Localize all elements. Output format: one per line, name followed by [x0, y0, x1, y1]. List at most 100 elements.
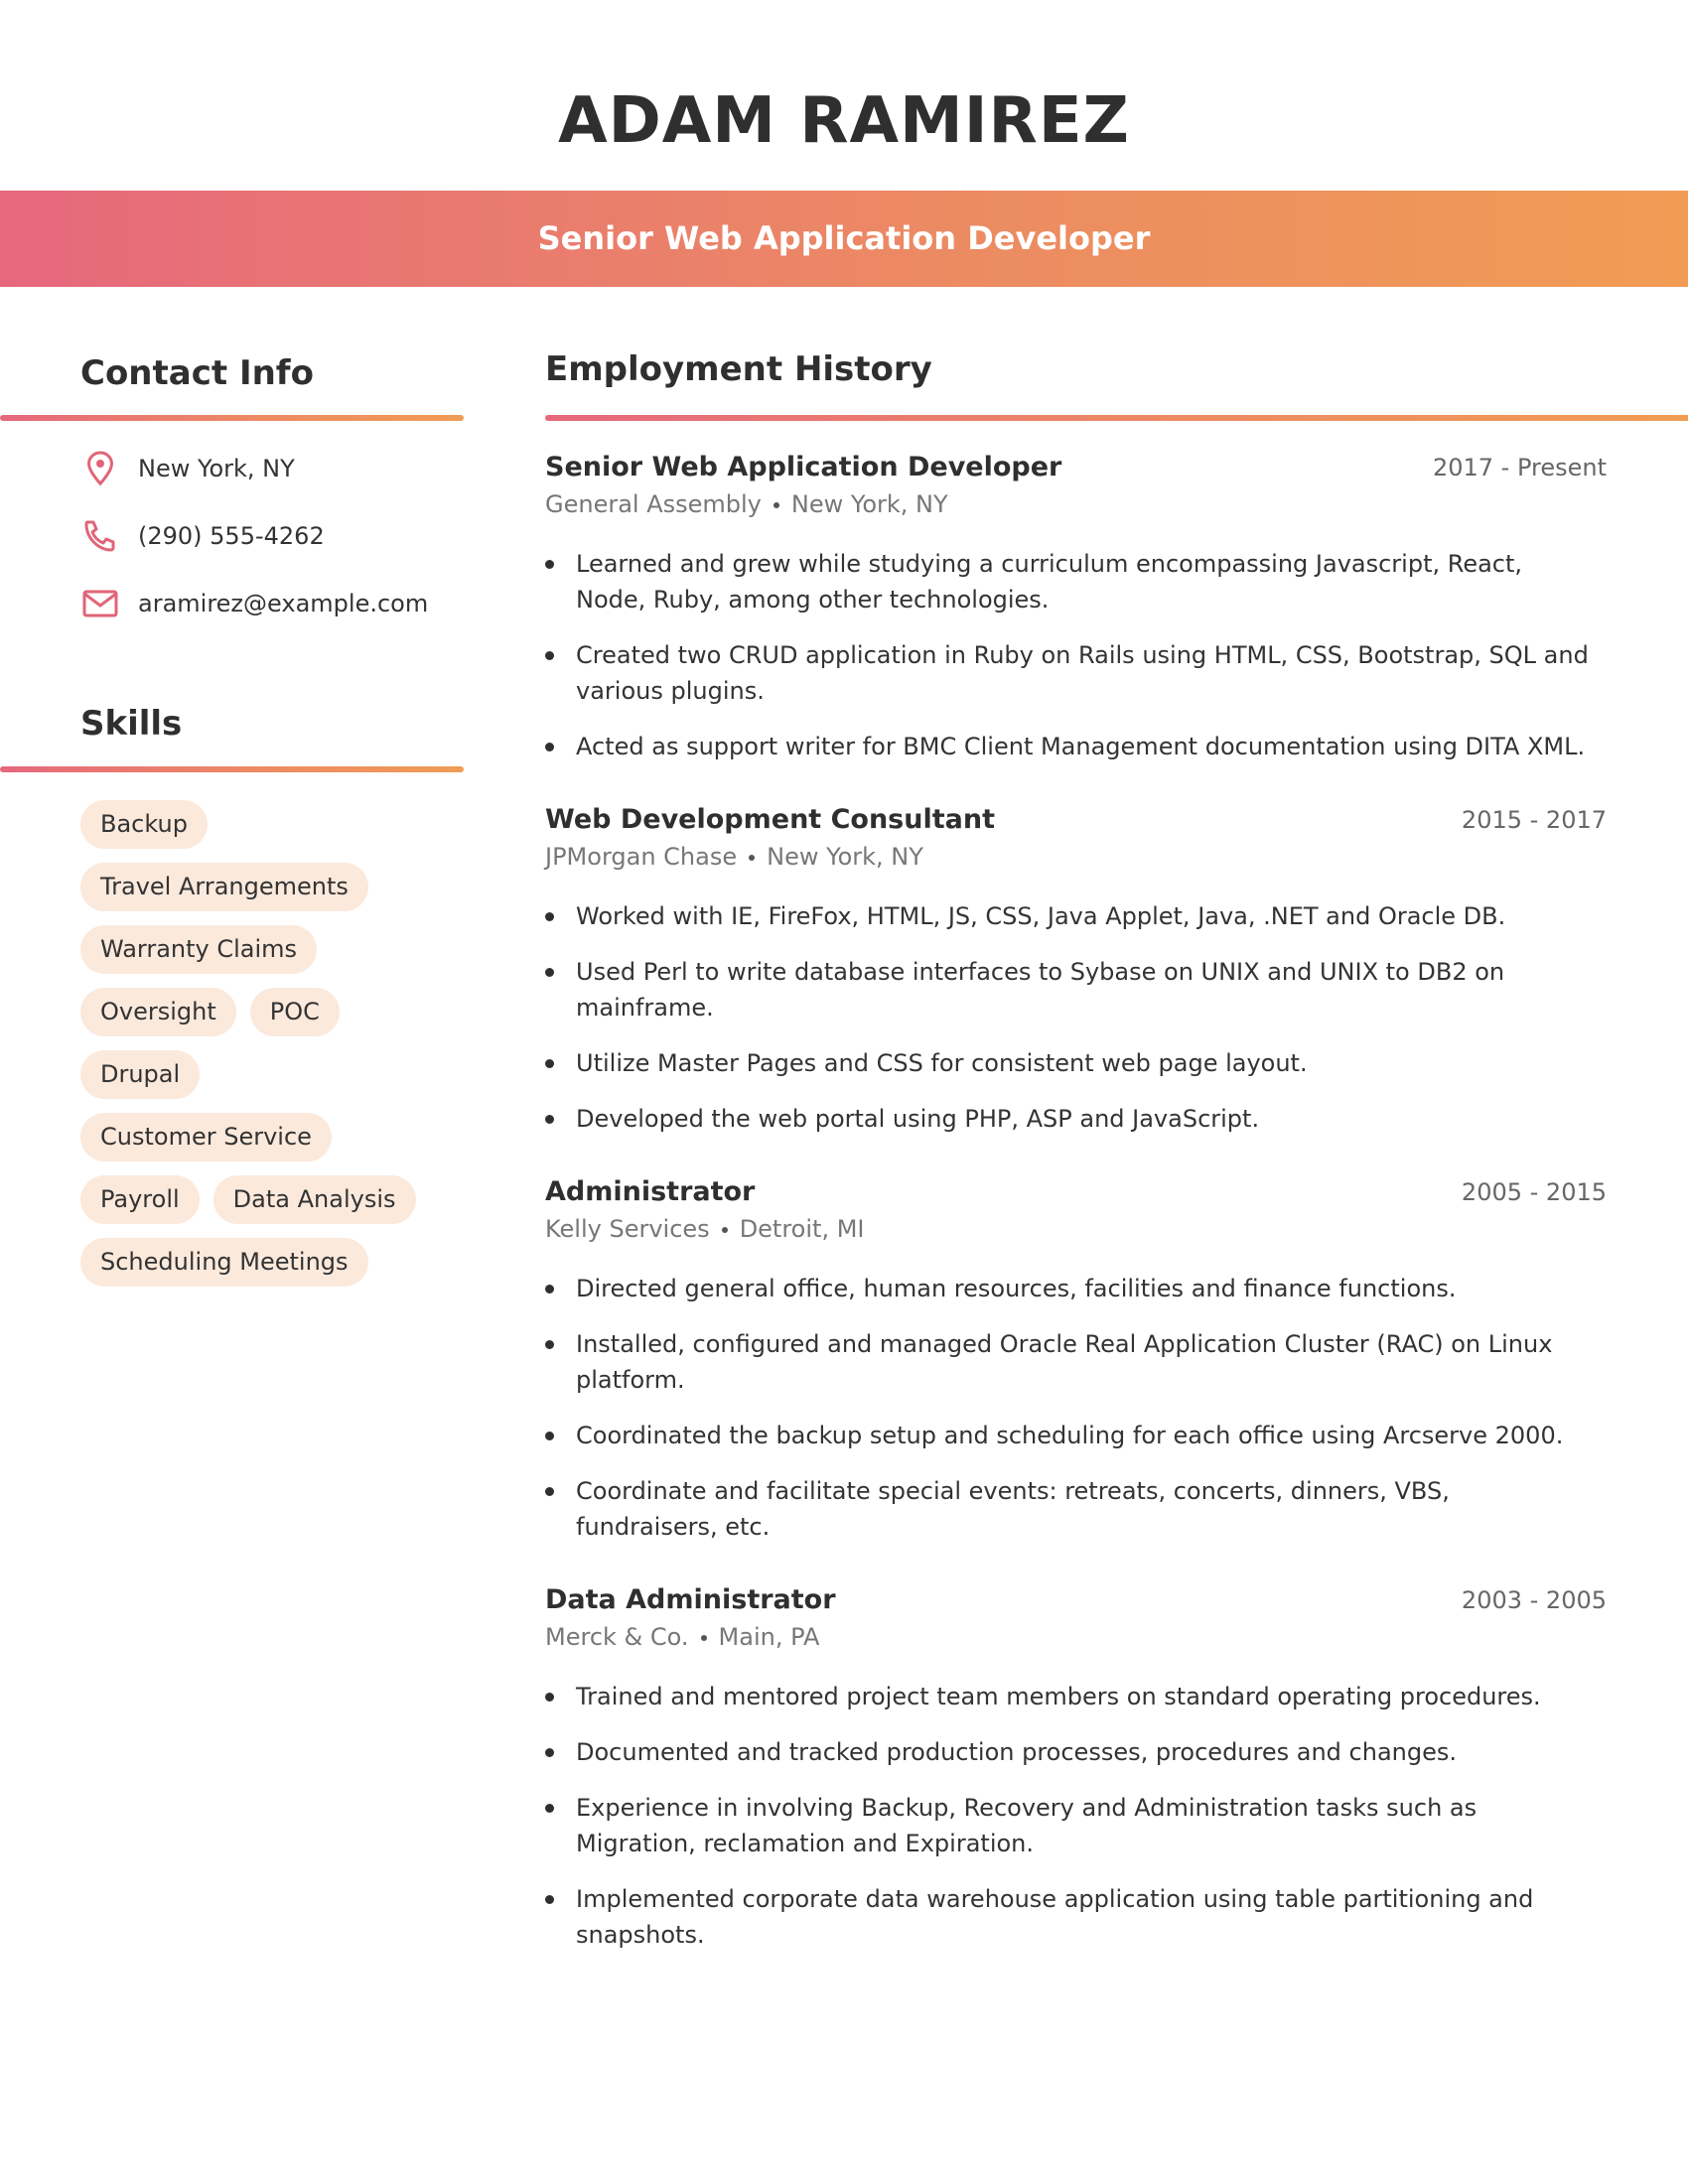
bullet-icon	[545, 1418, 576, 1453]
job-bullet: Coordinated the backup setup and schedul…	[545, 1418, 1607, 1453]
bullet-text: Developed the web portal using PHP, ASP …	[576, 1105, 1260, 1133]
bullet-text: Created two CRUD application in Ruby on …	[576, 641, 1589, 705]
skills-list: Backup Travel Arrangements Warranty Claims…	[80, 800, 468, 1300]
job-header: Administrator 2005 - 2015	[545, 1176, 1607, 1207]
bullet-text: Documented and tracked production proces…	[576, 1738, 1457, 1766]
skill-chip: Drupal	[80, 1050, 201, 1099]
job-employer-line: Merck & Co. Main, PA	[545, 1623, 1607, 1651]
job-location: Detroit, MI	[739, 1215, 865, 1243]
skills-divider	[0, 766, 464, 772]
bullet-icon	[545, 1045, 576, 1081]
employment-history-heading: Employment History	[545, 349, 932, 389]
job-bullet: Utilize Master Pages and CSS for consist…	[545, 1045, 1607, 1081]
contact-email-text: aramirez@example.com	[138, 590, 429, 617]
job-company: Kelly Services	[545, 1215, 710, 1243]
separator-dot	[749, 855, 756, 861]
skill-row: Scheduling Meetings	[80, 1238, 468, 1287]
phone-icon	[80, 516, 120, 556]
job-location: New York, NY	[790, 490, 948, 518]
contact-phone-text: (290) 555-4262	[138, 522, 325, 550]
contact-phone: (290) 555-4262	[80, 516, 325, 556]
job-company: Merck & Co.	[545, 1623, 689, 1651]
job-title-banner-text: Senior Web Application Developer	[537, 219, 1151, 257]
bullet-text: Installed, configured and managed Oracle…	[576, 1330, 1553, 1394]
job-entry: Senior Web Application Developer 2017 - P…	[545, 452, 1607, 784]
bullet-text: Worked with IE, FireFox, HTML, JS, CSS, …	[576, 902, 1506, 930]
skill-row: Warranty Claims	[80, 925, 468, 974]
contact-email: aramirez@example.com	[80, 584, 428, 623]
bullet-icon	[545, 1271, 576, 1306]
contact-location-text: New York, NY	[138, 455, 295, 482]
bullet-text: Implemented corporate data warehouse app…	[576, 1885, 1534, 1949]
contact-divider	[0, 415, 464, 421]
skill-chip: Oversight	[80, 988, 236, 1036]
job-dates: 2003 - 2005	[1461, 1586, 1607, 1614]
job-company: JPMorgan Chase	[545, 843, 738, 871]
skill-chip: Backup	[80, 800, 208, 849]
skills-heading: Skills	[80, 704, 183, 744]
skill-chip: Customer Service	[80, 1113, 332, 1161]
bullet-text: Acted as support writer for BMC Client M…	[576, 733, 1586, 760]
skill-row: Drupal	[80, 1050, 468, 1099]
bullet-icon	[545, 1101, 576, 1137]
job-location: Main, PA	[718, 1623, 820, 1651]
contact-info-heading: Contact Info	[80, 353, 314, 393]
skill-row: Customer Service	[80, 1113, 468, 1161]
bullet-icon	[545, 954, 576, 1025]
job-bullet: Created two CRUD application in Ruby on …	[545, 637, 1607, 709]
job-entry: Data Administrator 2003 - 2005 Merck & Co.…	[545, 1584, 1607, 1973]
skill-chip: Scheduling Meetings	[80, 1238, 368, 1287]
skill-row: Payroll Data Analysis	[80, 1175, 468, 1224]
job-header: Web Development Consultant 2015 - 2017	[545, 804, 1607, 835]
bullet-text: Directed general office, human resources…	[576, 1275, 1457, 1302]
job-entry: Web Development Consultant 2015 - 2017 JPM…	[545, 804, 1607, 1157]
job-bullet: Directed general office, human resources…	[545, 1271, 1607, 1306]
bullet-icon	[545, 1473, 576, 1545]
skill-chip: Data Analysis	[212, 1175, 416, 1224]
bullet-text: Trained and mentored project team member…	[576, 1683, 1541, 1710]
job-dates: 2005 - 2015	[1461, 1178, 1607, 1206]
job-bullets: Trained and mentored project team member…	[545, 1679, 1607, 1953]
job-header: Data Administrator 2003 - 2005	[545, 1584, 1607, 1615]
skill-row: Backup	[80, 800, 468, 849]
employment-divider	[545, 415, 1688, 421]
bullet-icon	[545, 546, 576, 617]
job-bullet: Implemented corporate data warehouse app…	[545, 1881, 1607, 1953]
skill-row: Oversight POC	[80, 988, 468, 1036]
contact-location: New York, NY	[80, 449, 295, 488]
job-bullet: Documented and tracked production proces…	[545, 1734, 1607, 1770]
skill-chip: POC	[249, 988, 340, 1036]
job-bullet: Coordinate and facilitate special events…	[545, 1473, 1607, 1545]
job-bullets: Directed general office, human resources…	[545, 1271, 1607, 1545]
job-dates: 2015 - 2017	[1461, 806, 1607, 834]
job-bullet: Learned and grew while studying a curric…	[545, 546, 1607, 617]
bullet-icon	[545, 729, 576, 764]
location-pin-icon	[80, 449, 120, 488]
job-company: General Assembly	[545, 490, 762, 518]
job-entry: Administrator 2005 - 2015 Kelly Services De…	[545, 1176, 1607, 1565]
candidate-name: ADAM RAMIREZ	[558, 84, 1130, 158]
job-bullet: Experience in involving Backup, Recovery…	[545, 1790, 1607, 1861]
bullet-icon	[545, 1790, 576, 1861]
separator-dot	[773, 502, 779, 508]
skill-chip: Travel Arrangements	[80, 863, 368, 911]
bullet-icon	[545, 637, 576, 709]
job-employer-line: Kelly Services Detroit, MI	[545, 1215, 1607, 1243]
bullet-text: Used Perl to write database interfaces t…	[576, 958, 1505, 1022]
job-bullet: Worked with IE, FireFox, HTML, JS, CSS, …	[545, 898, 1607, 934]
job-bullets: Worked with IE, FireFox, HTML, JS, CSS, …	[545, 898, 1607, 1137]
job-bullet: Acted as support writer for BMC Client M…	[545, 729, 1607, 764]
bullet-icon	[545, 1881, 576, 1953]
bullet-text: Learned and grew while studying a curric…	[576, 550, 1523, 614]
skill-row: Travel Arrangements	[80, 863, 468, 911]
title-banner: Senior Web Application Developer	[0, 191, 1688, 287]
job-title: Web Development Consultant	[545, 804, 995, 835]
job-title: Administrator	[545, 1176, 756, 1207]
bullet-text: Experience in involving Backup, Recovery…	[576, 1794, 1477, 1857]
bullet-icon	[545, 1734, 576, 1770]
job-employer-line: JPMorgan Chase New York, NY	[545, 843, 1607, 871]
separator-dot	[721, 1227, 728, 1233]
job-bullet: Trained and mentored project team member…	[545, 1679, 1607, 1714]
bullet-text: Utilize Master Pages and CSS for consist…	[576, 1049, 1308, 1077]
job-employer-line: General Assembly New York, NY	[545, 490, 1607, 518]
